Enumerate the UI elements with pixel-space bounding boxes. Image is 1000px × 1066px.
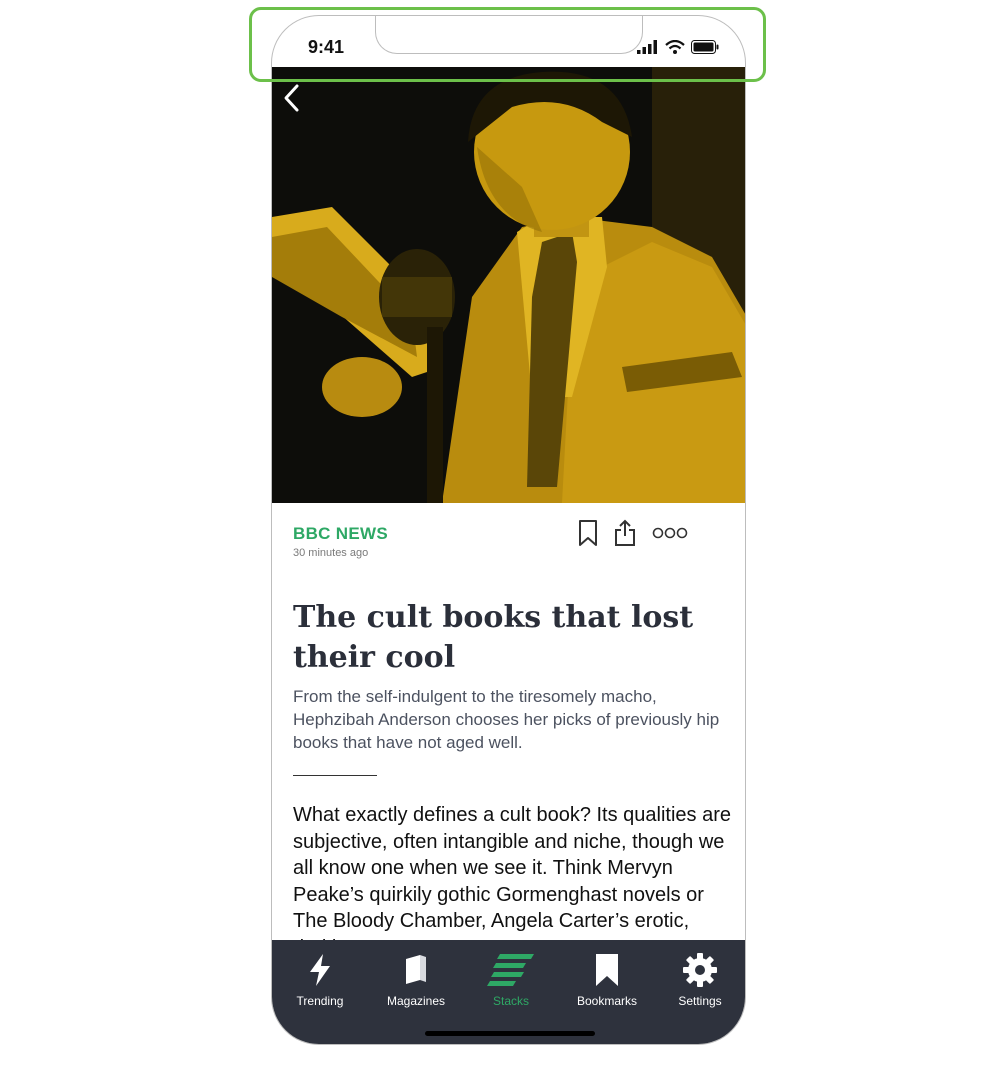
article-source[interactable]: BBC NEWS [293, 524, 388, 544]
tab-settings[interactable]: Settings [655, 952, 745, 1008]
tab-trending[interactable]: Trending [275, 952, 365, 1008]
tab-bookmarks[interactable]: Bookmarks [562, 952, 652, 1008]
magazine-icon [406, 955, 426, 984]
share-button[interactable] [614, 519, 636, 552]
status-bar-highlight [249, 7, 766, 82]
bookmark-button[interactable] [578, 519, 598, 552]
article-meta: BBC NEWS 30 minutes ago [293, 524, 388, 559]
more-icon [652, 527, 688, 539]
article-actions [578, 519, 704, 552]
tab-label: Magazines [386, 994, 446, 1008]
tab-stacks[interactable]: Stacks [466, 952, 556, 1008]
home-indicator[interactable] [425, 1031, 595, 1036]
share-icon [615, 519, 635, 546]
tab-label: Bookmarks [576, 994, 638, 1008]
hero-image [272, 67, 745, 503]
article-headline: The cult books that lost their cool [293, 600, 694, 675]
tab-label: Settings [678, 994, 722, 1008]
phone-frame: 9:41 BBC NEWS 30 minutes ago The cult bo… [271, 15, 746, 1045]
chevron-left-icon [284, 84, 299, 112]
gear-icon [683, 953, 717, 987]
stacks-icon [487, 954, 534, 986]
hero-illustration [272, 67, 745, 503]
bookmark-icon [596, 954, 618, 986]
article-dek: From the self-indulgent to the tiresomel… [293, 687, 720, 752]
lightning-icon [310, 954, 330, 986]
tab-bar: Trending Magazines Stacks Bookmarks Sett… [272, 940, 745, 1044]
bookmark-icon [579, 520, 597, 546]
article-timestamp: 30 minutes ago [293, 547, 369, 559]
tab-label: Stacks [492, 994, 529, 1008]
tab-magazines[interactable]: Magazines [371, 952, 461, 1008]
divider [293, 775, 377, 776]
article-body: What exactly defines a cult book? Its qu… [293, 804, 732, 959]
back-button[interactable] [282, 83, 302, 118]
tab-label: Trending [296, 994, 344, 1008]
more-button[interactable] [652, 526, 688, 545]
